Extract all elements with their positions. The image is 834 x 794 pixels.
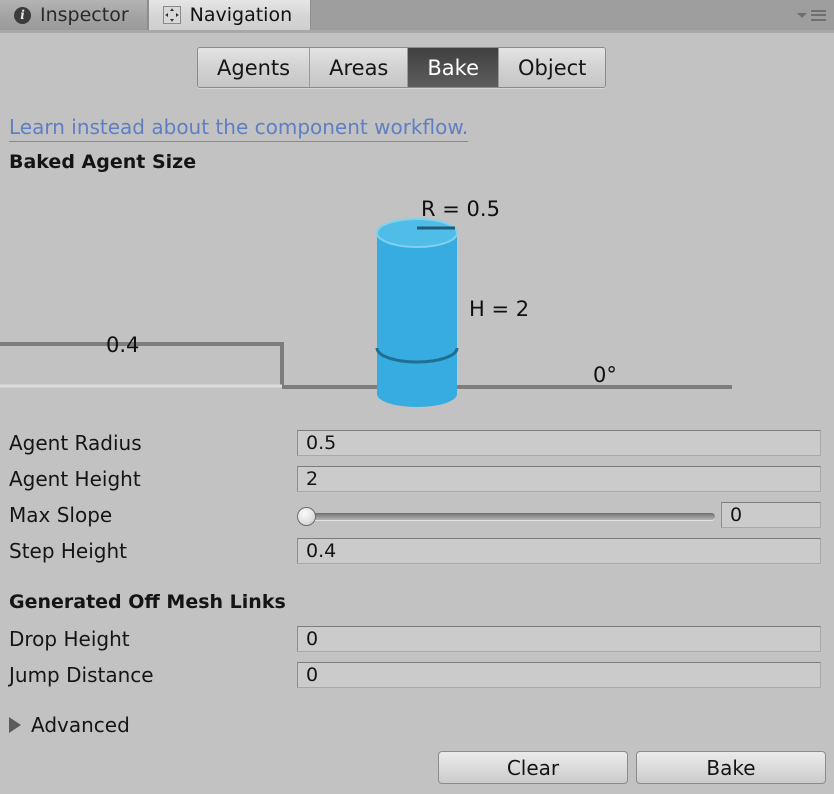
bake-button[interactable]: Bake xyxy=(636,751,826,784)
hamburger-menu-icon[interactable] xyxy=(811,9,826,21)
tab-areas[interactable]: Areas xyxy=(310,48,409,87)
property-row-step-height: Step Height 0.4 xyxy=(0,537,834,565)
property-row-max-slope: Max Slope 0 xyxy=(0,501,834,529)
baked-agent-size-heading: Baked Agent Size xyxy=(9,151,197,173)
generated-off-mesh-links-heading: Generated Off Mesh Links xyxy=(9,591,286,613)
triangle-right-icon[interactable] xyxy=(9,717,21,733)
property-row-agent-height: Agent Height 2 xyxy=(0,465,834,493)
navigation-mode-tabs: Agents Areas Bake Object xyxy=(197,47,607,88)
navigation-move-icon xyxy=(162,6,181,24)
tab-agents-label: Agents xyxy=(217,55,291,80)
agent-radius-input[interactable]: 0.5 xyxy=(297,430,821,456)
property-row-agent-radius: Agent Radius 0.5 xyxy=(0,429,834,457)
window-tab-navigation-label: Navigation xyxy=(189,4,293,26)
tab-bar-filler xyxy=(311,0,834,30)
agent-height-label: Agent Height xyxy=(9,467,141,491)
window-tab-navigation[interactable]: Navigation xyxy=(147,0,312,30)
agent-height-input[interactable]: 2 xyxy=(297,466,821,492)
step-height-input[interactable]: 0.4 xyxy=(297,538,821,564)
clear-button[interactable]: Clear xyxy=(438,751,628,784)
max-slope-slider-thumb[interactable] xyxy=(297,507,316,526)
advanced-foldout-label: Advanced xyxy=(31,713,130,737)
diagram-slope-label: 0° xyxy=(593,363,617,387)
tab-object-label: Object xyxy=(518,55,587,80)
max-slope-label: Max Slope xyxy=(9,503,113,527)
agent-size-diagram: R = 0.5 H = 2 0.4 0° xyxy=(0,188,834,410)
jump-distance-input[interactable]: 0 xyxy=(297,662,821,688)
diagram-step-height-label: 0.4 xyxy=(106,333,140,357)
max-slope-slider-track[interactable] xyxy=(305,513,715,520)
agent-radius-label: Agent Radius xyxy=(9,431,142,455)
drop-height-label: Drop Height xyxy=(9,627,130,651)
info-circle-icon: i xyxy=(14,6,31,24)
tab-bake[interactable]: Bake xyxy=(408,48,499,87)
tab-areas-label: Areas xyxy=(329,55,389,80)
chevron-down-icon[interactable] xyxy=(797,12,807,18)
advanced-foldout[interactable]: Advanced xyxy=(9,713,130,737)
max-slope-slider[interactable] xyxy=(297,502,715,528)
diagram-height-label: H = 2 xyxy=(469,297,530,321)
jump-distance-label: Jump Distance xyxy=(9,663,154,687)
tab-object[interactable]: Object xyxy=(499,48,606,87)
step-height-label: Step Height xyxy=(9,539,128,563)
property-row-drop-height: Drop Height 0 xyxy=(0,625,834,653)
drop-height-input[interactable]: 0 xyxy=(297,626,821,652)
property-row-jump-distance: Jump Distance 0 xyxy=(0,661,834,689)
diagram-radius-label: R = 0.5 xyxy=(421,197,500,221)
tab-bar-underline xyxy=(0,30,834,33)
action-button-row: Clear Bake xyxy=(0,751,834,784)
window-tab-bar: i Inspector Navigation xyxy=(0,0,834,30)
max-slope-input[interactable]: 0 xyxy=(721,502,821,528)
window-tab-inspector[interactable]: i Inspector xyxy=(0,0,148,30)
window-tab-inspector-label: Inspector xyxy=(40,4,129,26)
tab-bake-label: Bake xyxy=(427,55,479,80)
tab-agents[interactable]: Agents xyxy=(198,48,311,87)
component-workflow-link[interactable]: Learn instead about the component workfl… xyxy=(9,114,469,142)
